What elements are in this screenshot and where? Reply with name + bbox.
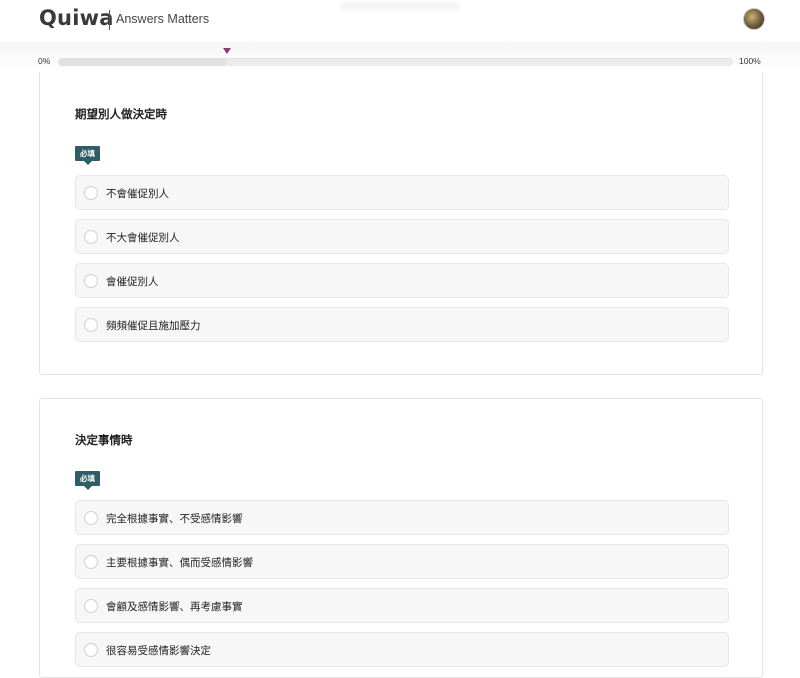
option-label: 完全根據事實、不受感情影響 [106,513,243,525]
answer-option[interactable]: 頻頻催促且施加壓力 [75,307,729,342]
answer-option[interactable]: 不會催促別人 [75,175,729,210]
radio-icon[interactable] [84,511,98,525]
radio-icon[interactable] [84,599,98,613]
answer-option[interactable]: 會顧及感情影響、再考慮事實 [75,588,729,623]
blurred-banner [340,2,460,10]
answer-option[interactable]: 很容易受感情影響決定 [75,632,729,667]
option-list: 完全根據事實、不受感情影響 主要根據事實、偶而受感情影響 會顧及感情影響、再考慮… [75,500,729,676]
radio-icon[interactable] [84,186,98,200]
logo-divider [109,10,110,30]
required-badge: 必填 [75,471,100,490]
tagline: Answers Matters [116,12,210,26]
answer-option[interactable]: 主要根據事實、偶而受感情影響 [75,544,729,579]
radio-icon[interactable] [84,318,98,332]
answer-option[interactable]: 完全根據事實、不受感情影響 [75,500,729,535]
option-label: 不大會催促別人 [106,232,180,244]
radio-icon[interactable] [84,555,98,569]
option-label: 很容易受感情影響決定 [106,645,211,657]
question-title: 決定事情時 [75,433,133,447]
option-list: 不會催促別人 不大會催促別人 會催促別人 頻頻催促且施加壓力 [75,175,729,351]
radio-icon[interactable] [84,230,98,244]
radio-icon[interactable] [84,274,98,288]
option-label: 主要根據事實、偶而受感情影響 [106,557,253,569]
question-card: 期望別人做決定時 必填 不會催促別人 不大會催促別人 會催促別人 頻頻催促且施加… [39,72,763,375]
progress-fill [58,58,227,66]
answer-option[interactable]: 不大會催促別人 [75,219,729,254]
option-label: 會顧及感情影響、再考慮事實 [106,601,243,613]
progress-start-label: 0% [38,56,51,66]
progress-marker-icon [222,48,231,54]
avatar[interactable] [743,8,765,30]
progress-end-label: 100% [739,56,761,66]
question-card: 決定事情時 必填 完全根據事實、不受感情影響 主要根據事實、偶而受感情影響 會顧… [39,398,763,678]
radio-icon[interactable] [84,643,98,657]
logo[interactable]: Quiwa [39,6,114,30]
progress-bar [58,48,733,66]
answer-option[interactable]: 會催促別人 [75,263,729,298]
option-label: 不會催促別人 [106,188,169,200]
option-label: 頻頻催促且施加壓力 [106,320,201,332]
option-label: 會催促別人 [106,276,159,288]
required-badge: 必填 [75,146,100,165]
progress-section: 0% 100% [0,42,800,72]
question-title: 期望別人做決定時 [75,107,167,121]
app-header: Quiwa Answers Matters [0,0,800,42]
